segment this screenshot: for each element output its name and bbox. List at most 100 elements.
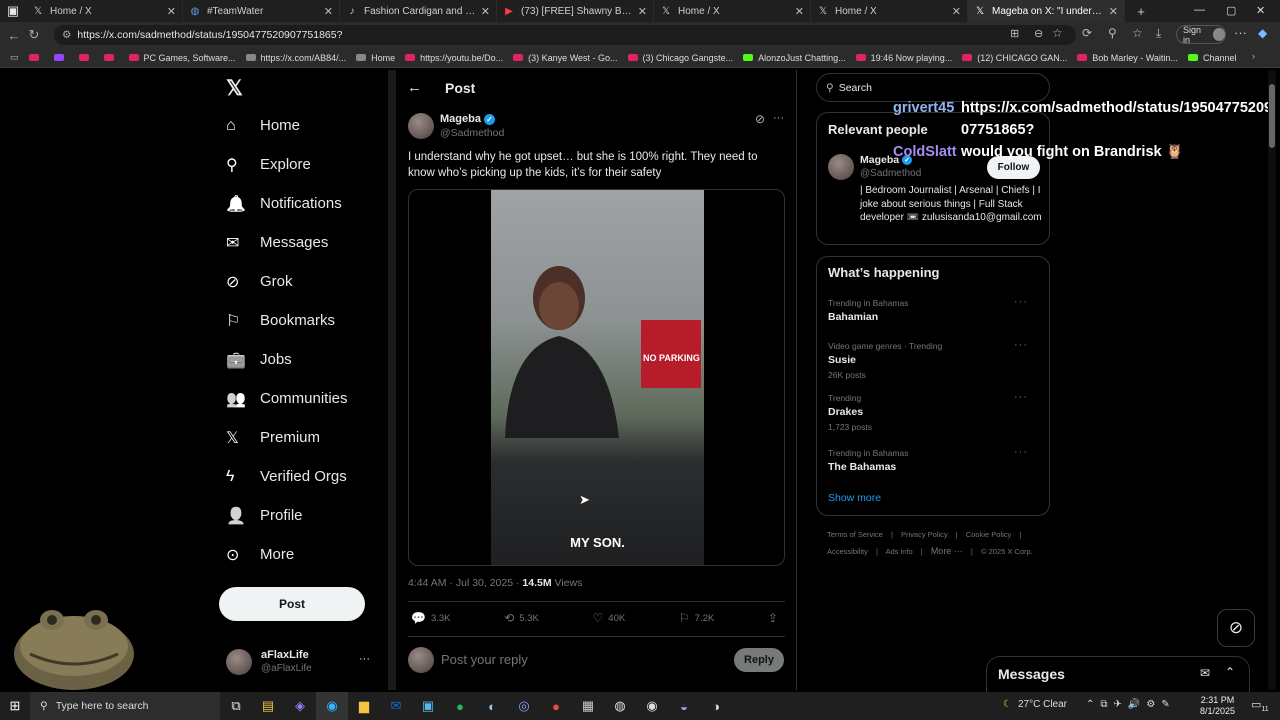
nav-item-bookmarks[interactable]: ⚐ Bookmarks [218,301,388,340]
repost-action[interactable]: ⟲ 5.3K [504,611,539,625]
bookmark-item[interactable]: https://x.com/AB84/... [245,53,346,63]
bookmark-youtube-icon[interactable] [103,54,119,61]
notification-center-icon[interactable]: ▭11 [1251,698,1269,713]
refresh-extension-icon[interactable]: ⟳ [1082,26,1092,40]
nav-item-grok[interactable]: ⊘ Grok [218,262,388,301]
bookmark-action[interactable]: ⚐ 7.2K [679,611,714,625]
post-more-icon[interactable]: ··· [773,112,784,124]
footer-privacy[interactable]: Privacy Policy [901,530,948,539]
bookmark-twitch-icon[interactable] [53,54,69,61]
footer-accessibility[interactable]: Accessibility [827,547,868,556]
taskbar-search-box[interactable]: ⚲ Type here to search [30,692,220,720]
close-tab-icon[interactable]: ✕ [1109,5,1118,18]
author-avatar[interactable] [408,113,434,139]
trend-more-icon[interactable]: ··· [1014,391,1028,403]
browser-tab[interactable]: 𝕏 Mageba on X: "I understand ✕ [968,0,1125,22]
start-menu-icon[interactable]: ⊞ [0,692,30,720]
nav-item-messages[interactable]: ✉ Messages [218,223,388,262]
browser-tab[interactable]: 𝕏 Home / X ✕ [811,0,968,22]
trend-item[interactable]: Trending Drakes 1,723 posts ··· [828,391,1038,432]
file-explorer-icon[interactable]: ▆ [348,692,380,720]
bookmark-item[interactable]: (3) Chicago Gangste... [627,53,733,63]
copilot-icon[interactable]: ◆ [1258,26,1267,40]
bookmark-item[interactable]: (12) CHICAGO GAN... [962,53,1067,63]
outlook-icon[interactable]: ✉ [380,692,412,720]
trend-item[interactable]: Trending in Bahamas Bahamian ··· [828,296,1038,323]
nav-item-communities[interactable]: 👥 Communities [218,379,388,418]
close-window-icon[interactable]: ✕ [1256,4,1265,17]
like-action[interactable]: ♡ 40K [593,611,626,625]
store-icon[interactable]: ▤ [252,692,284,720]
obs-icon[interactable]: ◉ [636,692,668,720]
browser-tab[interactable]: 𝕏 Home / X ✕ [26,0,183,22]
bookmark-youtube-icon[interactable] [28,54,44,61]
browser-tab[interactable]: ◍ #TeamWater ✕ [183,0,340,22]
expand-drawer-icon[interactable]: ⌃ [1225,665,1235,679]
bookmark-youtube-icon[interactable] [78,54,94,61]
sign-in-button[interactable]: Sign in [1176,25,1226,45]
settings-more-icon[interactable]: ··· [1234,25,1247,40]
author-handle[interactable]: @Sadmethod [440,127,504,139]
share-action[interactable]: ⇪ [768,611,783,625]
trend-item[interactable]: Video game genres · Trending Susie 26K pos… [828,339,1038,380]
new-message-icon[interactable]: ✉ [1200,666,1210,680]
footer-cookie[interactable]: Cookie Policy [966,530,1011,539]
back-icon[interactable]: ← [4,28,24,43]
minimize-icon[interactable]: — [1194,4,1205,16]
close-tab-icon[interactable]: ✕ [638,5,647,18]
page-scrollbar[interactable] [1268,70,1276,690]
site-info-icon[interactable]: ⚙ [62,29,71,41]
zoom-icon[interactable]: ⊖ [1034,27,1043,40]
nav-item-notifications[interactable]: 🔔 Notifications [218,184,388,223]
url-field[interactable]: ⚙ https://x.com/sadmethod/status/1950477… [54,25,1076,45]
nav-item-explore[interactable]: ⚲ Explore [218,145,388,184]
browser-tab[interactable]: ♪ Fashion Cardigan and Dress Set | ✕ [340,0,497,22]
reply-action[interactable]: 💬 3.3K [411,611,451,625]
app-icon[interactable]: ● [540,692,572,720]
clock[interactable]: 2:31 PM 8/1/2025 [1200,695,1235,717]
copilot-taskbar-icon[interactable]: ◈ [284,692,316,720]
bookmark-folder-icon[interactable]: ▭ [10,52,19,63]
close-tab-icon[interactable]: ✕ [481,5,490,18]
extensions-icon[interactable]: ⚲ [1108,26,1117,40]
edge-icon[interactable]: ◉ [316,692,348,720]
maximize-icon[interactable]: ▢ [1226,4,1236,17]
nav-item-premium[interactable]: 𝕏 Premium [218,418,388,457]
close-tab-icon[interactable]: ✕ [167,5,176,18]
scrollbar-thumb[interactable] [1269,84,1275,148]
app-icon[interactable]: ▦ [572,692,604,720]
bookmark-item[interactable]: PC Games, Software... [128,53,236,63]
app-icon[interactable]: ◑ [700,692,732,720]
messages-drawer[interactable]: Messages ✉ ⌃ [986,656,1250,692]
task-view-icon[interactable]: ⧉ [220,692,252,720]
relevant-avatar[interactable] [828,154,854,180]
favorite-star-icon[interactable]: ☆ [1052,26,1063,40]
close-tab-icon[interactable]: ✕ [795,5,804,18]
browser-tab[interactable]: 𝕏 Home / X ✕ [654,0,811,22]
bookmark-item[interactable]: (3) Kanye West - Go... [513,53,618,63]
trend-more-icon[interactable]: ··· [1014,339,1028,351]
footer-terms[interactable]: Terms of Service [827,530,883,539]
nav-item-verified-orgs[interactable]: ϟ Verified Orgs [218,457,388,496]
show-more-link[interactable]: Show more [828,492,881,504]
grok-explain-icon[interactable]: ⊘ [755,112,765,126]
nav-item-home[interactable]: ⌂ Home [218,106,388,145]
x-logo[interactable]: 𝕏 [218,70,388,106]
back-arrow-icon[interactable]: ← [407,79,422,96]
steam-icon[interactable]: ◐ [476,692,508,720]
app-icon[interactable]: ◍ [604,692,636,720]
account-more-icon[interactable]: ··· [359,653,370,665]
post-button[interactable]: Post [219,587,365,621]
reload-icon[interactable]: ↻ [24,27,44,43]
weather-widget[interactable]: ☾ 27°C Clear [1003,699,1067,710]
footer-ads[interactable]: Ads info [886,547,913,556]
bookmark-item[interactable]: 19:46 Now playing... [855,53,952,63]
reply-button[interactable]: Reply [734,648,784,672]
author-name[interactable]: Mageba [440,113,481,125]
close-tab-icon[interactable]: ✕ [952,5,961,18]
close-tab-icon[interactable]: ✕ [324,5,333,18]
nav-item-jobs[interactable]: 💼 Jobs [218,340,388,379]
collections-icon[interactable]: ☆ [1132,26,1143,40]
footer-more[interactable]: More ··· [931,546,963,556]
grok-floating-button[interactable]: ⊘ [1217,609,1255,647]
